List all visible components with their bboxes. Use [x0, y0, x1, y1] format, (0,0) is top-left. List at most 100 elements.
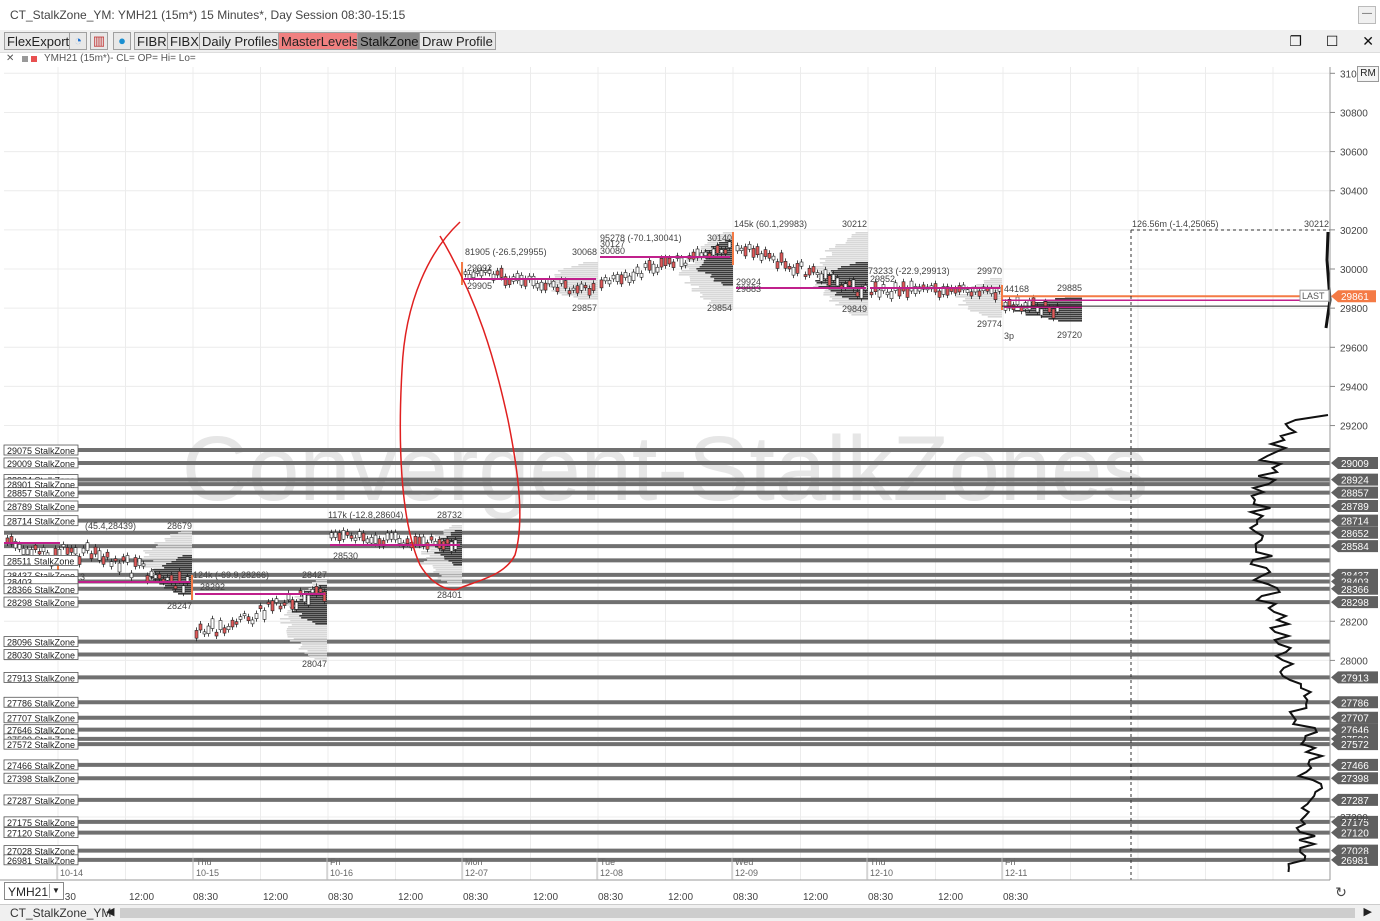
profile-bar — [178, 532, 192, 534]
profile-bar — [176, 559, 192, 561]
stalkzone-label: 28857 StalkZone — [7, 489, 75, 499]
profile-bar — [170, 534, 192, 536]
scroll-right-icon[interactable]: ▶ — [1364, 905, 1372, 918]
profile-label: 28047 — [302, 659, 327, 669]
masterlevels-button[interactable]: MasterLevels — [278, 32, 362, 50]
maximize-icon[interactable]: ☐ — [1326, 33, 1339, 49]
profile-label: (45.4,28439) — [85, 521, 136, 531]
profile-bar — [826, 256, 868, 258]
profile-bar — [318, 585, 327, 587]
profile-bar — [165, 540, 192, 542]
candle-body — [246, 616, 251, 622]
stalkzone-price: 27786 — [1341, 698, 1369, 709]
profile-bar — [819, 258, 868, 260]
rm-button[interactable]: RM — [1357, 66, 1379, 82]
stalkzone-label: 27913 StalkZone — [7, 673, 75, 683]
candle-body — [715, 245, 720, 254]
profile-bar — [842, 296, 868, 298]
draw-profile-button[interactable]: Draw Profile — [419, 32, 496, 50]
stalkzone-price: 27572 — [1341, 740, 1369, 751]
candle-body — [599, 279, 604, 289]
fibr-button[interactable]: FIBR — [134, 32, 170, 50]
profile-bar — [990, 278, 1002, 280]
profile-bar — [699, 266, 733, 268]
profile-bar — [577, 298, 598, 300]
stalkzone-label: 27466 StalkZone — [7, 761, 75, 771]
profile-label: 29854 — [707, 303, 732, 313]
horizontal-scrollbar[interactable] — [120, 908, 1355, 918]
candle-body — [329, 532, 334, 539]
profile-bar — [829, 248, 868, 250]
profile-label: 28530 — [333, 551, 358, 561]
profile-bar — [171, 561, 192, 563]
profile-bar — [830, 270, 868, 272]
stalkzone-price: 28857 — [1341, 489, 1369, 500]
profile-bar — [164, 567, 192, 569]
profile-bar — [578, 264, 598, 266]
candle-body — [445, 538, 450, 545]
candle-body — [611, 274, 616, 280]
profile-bar — [454, 530, 462, 532]
profile-bar — [691, 288, 733, 290]
time-label: 08:30 — [463, 892, 488, 903]
stopwatch-icon[interactable]: ● — [113, 32, 131, 50]
profile-bar — [434, 552, 462, 554]
stalkzone-label: 29009 StalkZone — [7, 459, 75, 469]
reload-icon[interactable]: ↻ — [1330, 884, 1352, 902]
profile-bar — [155, 546, 192, 548]
profile-bar — [713, 280, 733, 282]
daily-profiles-button[interactable]: Daily Profiles — [199, 32, 281, 50]
day-of-week: Thu — [870, 857, 886, 867]
restore-icon[interactable]: ❐ — [1289, 33, 1302, 49]
candle-body — [869, 291, 874, 296]
profile-bar — [855, 232, 868, 234]
candle-body — [250, 619, 255, 625]
close-info-icon[interactable]: ✕ — [6, 53, 14, 64]
profile-bar — [700, 292, 733, 294]
fibx-button[interactable]: FIBX — [167, 32, 202, 50]
profile-bar — [983, 280, 1002, 282]
price-label: 30200 — [1340, 226, 1368, 237]
flexexport-button[interactable]: FlexExport — [4, 32, 73, 50]
profile-bar — [701, 264, 733, 266]
minimize-icon[interactable]: — — [1358, 6, 1376, 24]
candle-body — [101, 556, 106, 565]
clock-icon[interactable]: ◔ — [69, 32, 87, 50]
profile-bar — [831, 252, 868, 254]
candle-body — [113, 558, 118, 562]
candle-body — [559, 279, 564, 284]
candle-body — [791, 266, 796, 276]
profile-label: 28732 — [437, 510, 462, 520]
price-label: 28200 — [1340, 617, 1368, 628]
profile-bar — [300, 646, 327, 648]
candle-body — [437, 539, 442, 549]
profile-bar — [450, 534, 462, 536]
profile-bar — [552, 280, 598, 282]
day-of-week: Wed — [735, 857, 753, 867]
candle-body — [755, 246, 760, 256]
candle-body — [627, 275, 632, 283]
instrument-selector[interactable]: YMH21 ▼ — [4, 882, 64, 900]
stalkzone-button[interactable]: StalkZone — [357, 32, 422, 50]
profile-bar — [301, 613, 327, 615]
chevron-down-icon[interactable]: ▼ — [49, 884, 62, 898]
candle-body — [969, 291, 974, 297]
scroll-left-icon[interactable]: ◀ — [106, 905, 114, 918]
candle-body — [787, 266, 792, 270]
profile-bar — [304, 652, 327, 654]
candle-body — [429, 536, 434, 541]
profile-bar — [1030, 304, 1082, 306]
bar-chart-icon[interactable]: ▥ — [90, 32, 108, 50]
candle-body — [655, 266, 660, 273]
candle-body — [202, 631, 207, 635]
close-icon[interactable]: ✕ — [1362, 33, 1374, 49]
candle-body — [337, 532, 342, 541]
day-of-week: Fri — [330, 857, 341, 867]
profile-label: 28401 — [437, 590, 462, 600]
profile-label: 30080 — [600, 246, 625, 256]
chart-area[interactable]: Convergent-StalkZones 28698(45.4,28439)2… — [0, 67, 1380, 904]
candle-body — [647, 260, 652, 271]
chart-tab[interactable]: CT_StalkZone_YM — [10, 906, 111, 920]
candle-body — [194, 630, 199, 639]
candle-body — [206, 625, 211, 634]
